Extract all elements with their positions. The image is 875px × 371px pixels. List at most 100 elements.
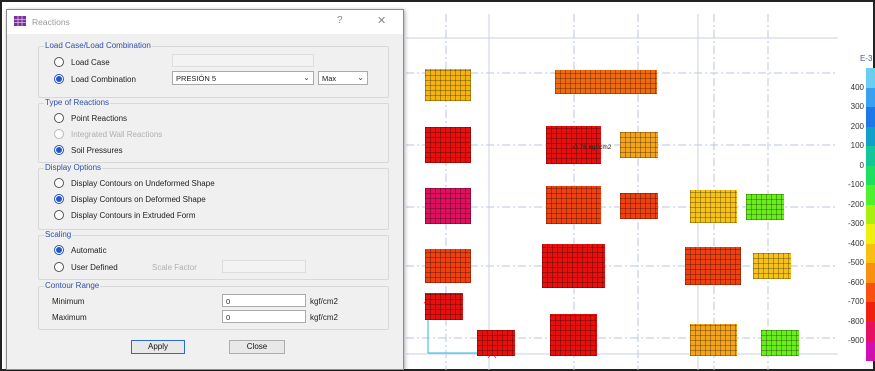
combination-value: PRESIÓN 5 — [176, 74, 217, 83]
legend-swatch — [866, 107, 875, 127]
pressure-value-label: -0.76 kgf/cm2 — [572, 144, 612, 151]
legend-scale-title: E-3 — [860, 54, 873, 63]
legend-swatch — [866, 126, 875, 146]
footing-contour-light-yellow[interactable] — [690, 190, 737, 223]
radio-label: Load Case — [71, 57, 110, 67]
apply-button[interactable]: Apply — [131, 340, 185, 354]
legend-tick-label: -600 — [847, 277, 864, 287]
legend-tick-label: 100 — [850, 141, 864, 150]
legend-swatch — [866, 68, 875, 88]
radio-label: Display Contours on Deformed Shape — [71, 194, 206, 204]
radio-indicator[interactable] — [54, 178, 64, 188]
radio-automatic[interactable]: Automatic — [54, 244, 107, 256]
reactions-dialog: Reactions ? ✕ Load Case/Load Combination… — [6, 9, 404, 370]
minimum-value: 0 — [226, 297, 231, 306]
legend-tick-label: 300 — [850, 102, 864, 111]
legend-swatch — [866, 204, 875, 224]
legend-swatch — [866, 302, 875, 322]
radio-indicator[interactable] — [54, 194, 64, 204]
radio-extruded[interactable]: Display Contours in Extruded Form — [54, 209, 196, 221]
group-title-display: Display Options — [44, 163, 103, 172]
footing-contour-red-orange[interactable] — [425, 249, 471, 283]
footing-contour-orange[interactable] — [555, 70, 657, 94]
legend-tick-label: 0 — [859, 160, 864, 170]
legend-tick-label: 400 — [850, 82, 864, 92]
dialog-titlebar[interactable]: Reactions ? ✕ — [7, 10, 403, 34]
radio-label: Display Contours in Extruded Form — [71, 210, 196, 220]
radio-label: Point Reactions — [71, 113, 128, 123]
radio-integrated-wall: Integrated Wall Reactions — [54, 128, 162, 140]
radio-user-defined[interactable]: User Defined — [54, 261, 118, 273]
scale-factor-label: Scale Factor — [152, 263, 197, 272]
legend-swatch — [866, 165, 875, 185]
radio-indicator[interactable] — [54, 113, 64, 123]
footing-contour-light-yellow[interactable] — [753, 253, 791, 279]
maximum-value: 0 — [226, 313, 231, 322]
footing-contour-red[interactable] — [477, 330, 515, 356]
radio-indicator[interactable] — [54, 57, 64, 67]
radio-deformed[interactable]: Display Contours on Deformed Shape — [54, 193, 206, 205]
legend-swatch — [866, 341, 875, 361]
footing-contour-red-orange[interactable] — [620, 193, 658, 219]
footing-contour-light-orange[interactable] — [690, 324, 737, 356]
footing-contour-magenta[interactable] — [425, 188, 471, 224]
footing-contour-red[interactable] — [550, 314, 597, 356]
radio-indicator[interactable] — [54, 210, 64, 220]
legend-swatch — [866, 146, 875, 166]
radio-label: Integrated Wall Reactions — [71, 129, 163, 139]
legend-swatch — [866, 263, 875, 283]
radio-point-reactions[interactable]: Point Reactions — [54, 112, 127, 124]
footing-contour-yellow[interactable] — [425, 69, 471, 101]
footing-contour-red[interactable] — [425, 293, 463, 320]
chevron-down-icon: ⌄ — [357, 73, 364, 82]
close-icon[interactable]: ✕ — [377, 14, 386, 27]
legend-tick-label: -500 — [847, 258, 864, 267]
radio-load-combination[interactable]: Load Combination — [54, 73, 136, 85]
legend-tick-label: -300 — [847, 219, 864, 228]
radio-indicator[interactable] — [54, 245, 64, 255]
legend-swatch — [866, 243, 875, 263]
minimum-label: Minimum — [52, 297, 85, 306]
legend-swatch — [866, 185, 875, 205]
legend-swatch — [866, 282, 875, 302]
legend-tick-label: -100 — [847, 180, 864, 189]
group-title-scaling: Scaling — [44, 230, 73, 239]
radio-indicator[interactable] — [54, 262, 64, 272]
help-button[interactable]: ? — [337, 15, 343, 26]
radio-load-case[interactable]: Load Case — [54, 56, 110, 68]
footing-contour-green[interactable] — [761, 330, 799, 356]
app-grid-icon — [14, 16, 26, 26]
footing-contour-light-orange[interactable] — [620, 132, 658, 158]
radio-soil-pressures[interactable]: Soil Pressures — [54, 144, 123, 156]
radio-label: Load Combination — [71, 74, 136, 84]
load-case-group: Load Case/Load Combination Load Case Loa… — [38, 41, 389, 98]
footing-contour-red-orange[interactable] — [685, 247, 741, 285]
minimum-input[interactable]: 0 — [222, 294, 306, 307]
close-button[interactable]: Close — [229, 340, 285, 354]
legend-tick-label: -900 — [847, 336, 864, 345]
radio-undeformed[interactable]: Display Contours on Undeformed Shape — [54, 177, 215, 189]
radio-label: Soil Pressures — [71, 145, 123, 155]
footing-contour-red[interactable] — [542, 244, 605, 288]
group-title-contour: Contour Range — [44, 281, 101, 290]
max-value: Max — [322, 74, 337, 83]
max-select[interactable]: Max ⌄ — [318, 71, 368, 85]
radio-indicator[interactable] — [54, 74, 64, 84]
load-case-field — [172, 54, 314, 67]
footing-contour-red-orange[interactable] — [546, 186, 601, 224]
legend-tick-label: -200 — [847, 199, 864, 209]
group-title-load: Load Case/Load Combination — [44, 41, 152, 50]
legend-tick-label: 200 — [850, 121, 864, 131]
legend-swatch — [866, 321, 875, 341]
footing-contour-green[interactable] — [746, 194, 784, 220]
chevron-down-icon: ⌄ — [303, 73, 310, 82]
footing-contour-red[interactable] — [425, 127, 471, 163]
legend-tick-label: -700 — [847, 297, 864, 306]
minimum-unit: kgf/cm2 — [310, 297, 339, 306]
maximum-input[interactable]: 0 — [222, 310, 306, 323]
combination-select[interactable]: PRESIÓN 5 ⌄ — [172, 71, 314, 85]
display-options-group: Display Options Display Contours on Unde… — [38, 163, 389, 230]
contour-legend: E-3 400 300 200 100 0 -100 -200 -300 -400 -500 -60… — [838, 54, 875, 364]
radio-indicator[interactable] — [54, 145, 64, 155]
radio-label: User Defined — [71, 262, 118, 272]
